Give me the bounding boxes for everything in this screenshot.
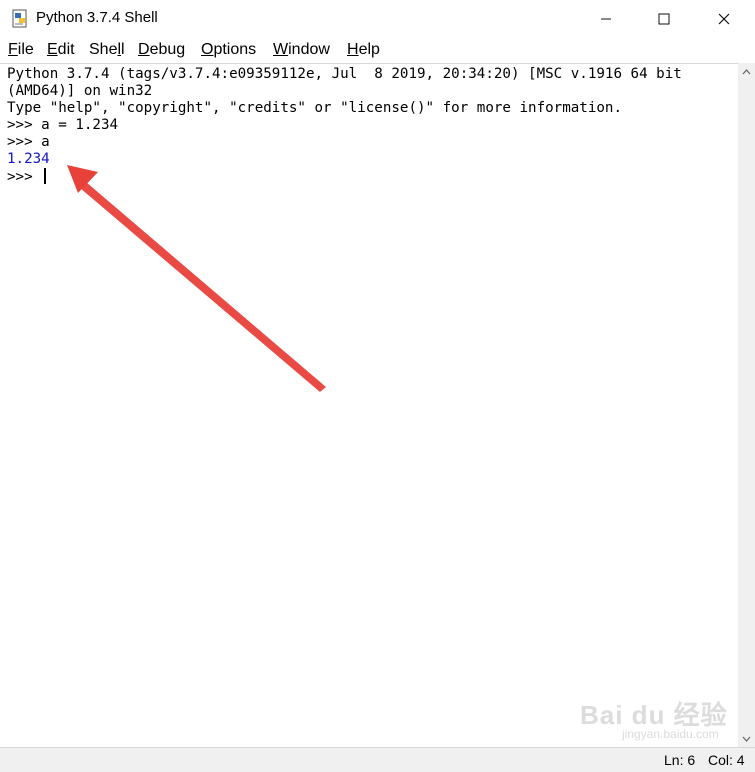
scroll-down-icon	[742, 736, 751, 742]
watermark-url: jingyan.baidu.com	[622, 727, 719, 741]
menu-window-mnemonic: W	[273, 41, 289, 58]
menu-window-post: indow	[288, 41, 330, 58]
input-line-eval: >>> a	[7, 134, 50, 150]
scroll-up-button[interactable]	[738, 63, 755, 80]
status-bar: Ln: 6 Col: 4	[0, 747, 755, 772]
output-value: 1.234	[7, 151, 50, 167]
banner-line-2: (AMD64)] on win32	[7, 83, 153, 99]
close-button[interactable]	[695, 0, 753, 38]
menu-file-mnemonic: F	[8, 41, 18, 58]
banner-line-3: Type "help", "copyright", "credits" or "…	[7, 100, 622, 116]
prompt: >>>	[7, 169, 42, 185]
minimize-button[interactable]	[577, 0, 635, 38]
status-column-number: Col: 4	[708, 752, 745, 768]
menu-file[interactable]: File	[8, 41, 34, 59]
shell-text-area[interactable]: Python 3.7.4 (tags/v3.7.4:e09359112e, Ju…	[0, 63, 738, 748]
menu-file-post: ile	[17, 41, 34, 58]
menu-options-post: ptions	[213, 41, 257, 58]
menu-window[interactable]: Window	[273, 41, 330, 59]
scroll-down-button[interactable]	[738, 730, 755, 747]
menu-shell-pre: She	[89, 41, 118, 58]
menu-debug-post: ebug	[149, 41, 186, 58]
title-bar[interactable]: Python 3.7.4 Shell	[0, 0, 755, 38]
menu-edit-post: dit	[57, 41, 75, 58]
menu-debug[interactable]: Debug	[138, 41, 185, 59]
menu-shell[interactable]: Shell	[89, 41, 125, 59]
menu-help[interactable]: Help	[347, 41, 380, 59]
input-line-assign: >>> a = 1.234	[7, 117, 119, 133]
idle-shell-window: Python 3.7.4 Shell File Edit Shell Debug…	[0, 0, 755, 772]
menu-bar: File Edit Shell Debug Options Window Hel…	[0, 38, 755, 62]
python-file-icon	[12, 9, 27, 28]
window-title: Python 3.7.4 Shell	[36, 9, 158, 26]
status-line-number: Ln: 6	[664, 752, 696, 768]
text-cursor	[44, 168, 47, 184]
maximize-icon	[658, 13, 670, 25]
vertical-scrollbar[interactable]	[738, 63, 755, 747]
menu-debug-mnemonic: D	[138, 41, 150, 58]
menu-options-mnemonic: O	[201, 41, 214, 58]
menu-options[interactable]: Options	[201, 41, 256, 59]
maximize-button[interactable]	[635, 0, 693, 38]
menu-help-post: elp	[358, 41, 380, 58]
menu-edit-mnemonic: E	[47, 41, 58, 58]
menu-shell-post: l	[121, 41, 125, 58]
minimize-icon	[601, 18, 611, 20]
menu-help-mnemonic: H	[347, 41, 359, 58]
close-icon	[718, 13, 730, 25]
scroll-up-icon	[742, 68, 751, 74]
shell-output: Python 3.7.4 (tags/v3.7.4:e09359112e, Ju…	[7, 66, 682, 186]
menu-edit[interactable]: Edit	[47, 41, 75, 59]
banner-line-1: Python 3.7.4 (tags/v3.7.4:e09359112e, Ju…	[7, 66, 682, 82]
